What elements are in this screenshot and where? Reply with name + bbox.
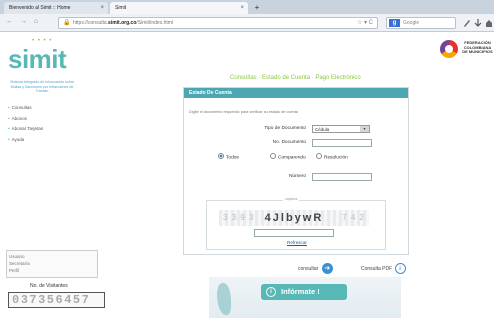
browser-nav-bar: ← → ⌂ 🔒 https://consulta.simit.org.co/Si… [0,14,494,32]
pencil-icon[interactable] [462,18,471,28]
address-bar[interactable]: 🔒 https://consulta.simit.org.co/Simit/in… [58,17,378,29]
federation-logo-icon [440,40,458,58]
user-info-box: Usuario Secretaría Perfil [6,250,98,278]
arrow-right-icon[interactable]: ➜ [321,263,333,274]
search-engine-icon[interactable]: g [389,19,400,27]
close-icon[interactable]: × [100,2,104,14]
form-hint: Digite el documento requerido para verif… [189,110,298,114]
captcha-legend: captcha [283,197,300,201]
estado-cuenta-card: Estado De Cuenta Digite el documento req… [183,87,409,255]
home-icon[interactable] [485,18,493,28]
visitor-label: No. de Visitantes [30,283,68,289]
user-line: Perfil [9,268,20,273]
informate-label: Infórmate ! [281,287,320,296]
refresh-captcha-link[interactable]: Refrescar [207,240,387,245]
doc-number-input[interactable] [312,139,372,147]
sidebar-item-abonar-tarjetas[interactable]: • Abonar Tarjetas [8,124,88,135]
sidebar-item-abonos[interactable]: • Abonos [8,114,88,125]
user-line: Secretaría [9,261,30,266]
url-prefix: https://consulta. [73,20,109,26]
simit-logo[interactable]: simit [8,44,67,75]
tab-label: Bienvenido al Simit :: Home [9,5,71,11]
browser-tab[interactable]: Bienvenido al Simit :: Home × [4,2,108,14]
bullet-icon: • [8,136,10,142]
radio-todos[interactable]: Todos [218,153,239,161]
tagline: Sistema Integrado de Información sobre M… [10,80,74,94]
doc-number-label: No. Documento [272,140,306,145]
radio-icon[interactable] [316,153,322,159]
captcha-image: 3 3 9 3 7 4 2 4JlbywR [219,210,369,226]
sidebar-item-label: Consultas [11,105,32,110]
search-input[interactable]: g Google [386,17,456,29]
browser-tab-bar: Bienvenido al Simit :: Home × Simit × + [0,0,494,14]
doc-type-value: Cédula [315,127,330,132]
bullet-icon: • [8,105,10,110]
lock-icon: 🔒 [63,20,71,26]
captcha-box: captcha 3 3 9 3 7 4 2 4JlbywR Refrescar [206,197,387,250]
sidebar-item-ayuda[interactable]: • Ayuda [8,135,88,146]
visitor-counter: 037356457 [8,292,105,308]
sidebar-item-label: Abonar Tarjetas [11,126,44,131]
consultar-button[interactable]: consultar ➜ [298,263,333,274]
captcha-input[interactable] [254,229,334,237]
doc-type-label: Tipo de Documento [264,126,306,131]
home-icon[interactable]: ⌂ [34,18,38,25]
user-line: Usuario [9,254,25,259]
download-icon[interactable] [474,18,482,28]
info-icon: i [266,287,276,297]
federation-name: FEDERACIÓN COLOMBIANA DE MUNICIPIOS [462,40,493,55]
sidebar-item-label: Ayuda [11,136,25,142]
tab-label: Simit [115,5,127,11]
radio-checked-icon[interactable] [218,153,224,159]
informate-button[interactable]: i Infórmate ! [261,284,347,300]
url-actions[interactable]: ☆ ▾ C [357,18,373,29]
consultar-label: consultar [298,265,319,272]
captcha-text: 4JlbywR [264,212,324,224]
bullet-icon: • [8,126,10,131]
number-input[interactable] [312,173,372,181]
side-menu: • Consultas • Abonos • Abonar Tarjetas • Ayu… [8,103,88,145]
new-tab-button[interactable]: + [251,3,263,13]
number-label: Número [288,174,306,179]
doc-type-select[interactable]: Cédula ▾ [312,125,370,133]
chevron-down-icon[interactable]: ▾ [360,126,369,132]
back-icon[interactable]: ← [6,18,13,25]
browser-tab-active[interactable]: Simit × [110,2,248,14]
bullet-icon: • [8,115,10,121]
radio-comparendo[interactable]: Comparendo [270,153,306,161]
radio-label: Comparendo [278,155,306,161]
radio-icon[interactable] [270,153,276,159]
breadcrumb: Consultas · Estado de Cuenta · Pago Elec… [230,75,361,81]
sidebar-item-consultas[interactable]: • Consultas [8,103,88,114]
consulta-pdf-label: Consulta PDF [361,265,393,272]
forward-icon[interactable]: → [20,18,27,25]
informate-banner: i Infórmate ! [209,277,401,318]
search-placeholder: Google [403,20,420,26]
decorative-shape [217,283,231,315]
url-path: /Simit/index.html [136,20,174,26]
consulta-pdf-button[interactable]: Consulta PDF ⤓ [361,263,406,274]
pdf-icon[interactable]: ⤓ [394,263,406,274]
radio-label: Todos [226,155,239,161]
close-icon[interactable]: × [240,2,244,14]
sidebar-item-label: Abonos [11,115,27,121]
radio-label: Resolución [324,155,348,161]
url-domain: simit.org.co [108,20,137,26]
card-title: Estado De Cuenta [184,88,408,98]
radio-resolucion[interactable]: Resolución [316,153,348,161]
